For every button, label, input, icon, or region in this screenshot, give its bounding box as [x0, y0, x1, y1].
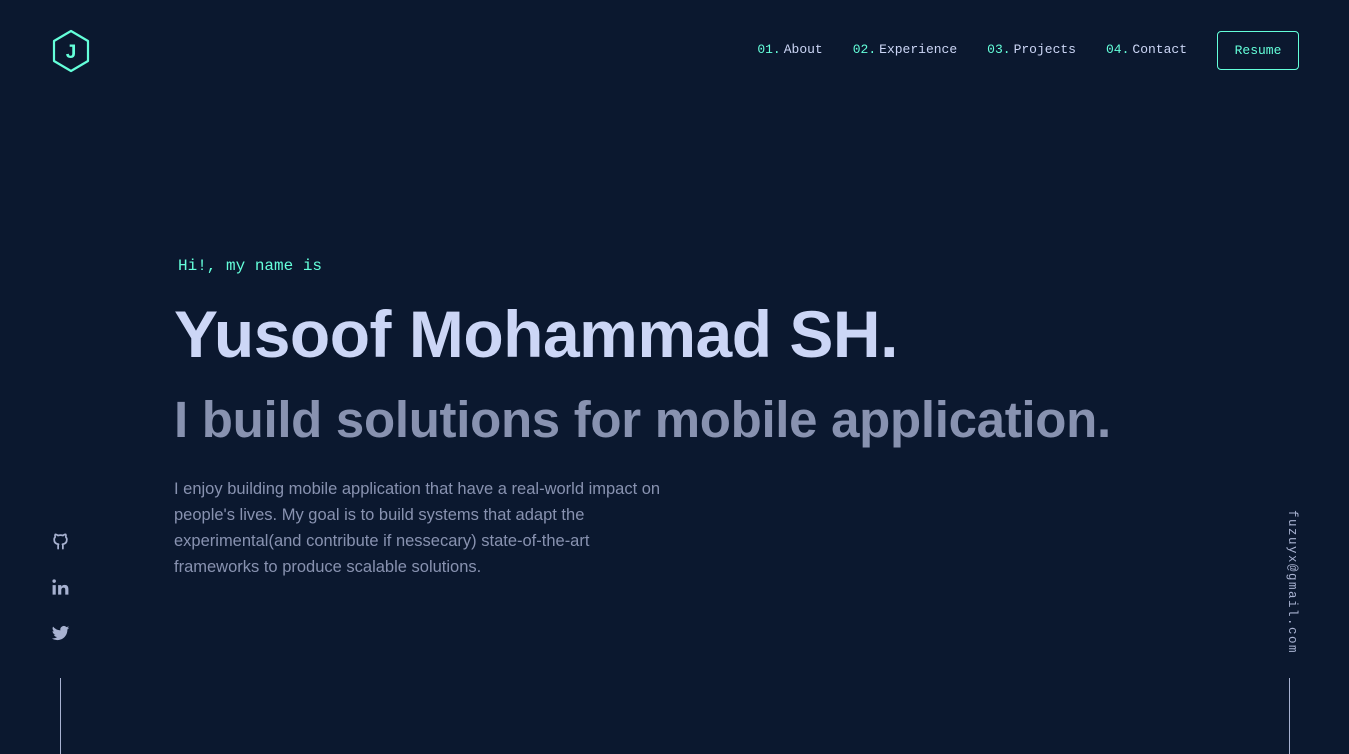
hexagon-logo-icon: J [52, 29, 90, 73]
nav-number: 04. [1105, 42, 1130, 57]
nav-label: About [783, 42, 823, 57]
nav-number: 01. [757, 42, 781, 57]
nav-number: 03. [987, 42, 1011, 57]
greeting-text: Hi!, my name is [178, 257, 323, 275]
logo-letter: J [66, 42, 77, 63]
email-link[interactable]: fuzuyx@gmail.com [1279, 510, 1299, 654]
page: J 01. About 02. Experience 03. Projects 04.… [0, 0, 1349, 754]
twitter-icon [51, 625, 69, 640]
nav-label: Contact [1132, 42, 1187, 57]
nav-label: Projects [1013, 42, 1076, 57]
social-links [50, 531, 70, 643]
nav-about[interactable]: 01. About [757, 42, 822, 57]
linkedin-link[interactable] [50, 577, 70, 597]
github-link[interactable] [50, 531, 70, 551]
social-divider-line [60, 678, 61, 754]
nav-number: 02. [852, 42, 877, 57]
hero-intro: I enjoy building mobile application that… [174, 480, 661, 576]
nav-projects[interactable]: 03. Projects [987, 42, 1076, 57]
twitter-link[interactable] [50, 623, 70, 643]
email-divider-line [1289, 678, 1290, 754]
hero-name: Yusoof Mohammad SH. [174, 297, 898, 371]
nav-contact[interactable]: 04. Contact [1106, 42, 1187, 57]
resume-button[interactable]: Resume [1217, 31, 1299, 70]
nav-label: Experience [879, 42, 958, 57]
nav-experience[interactable]: 02. Experience [853, 42, 957, 57]
linkedin-icon [51, 578, 68, 595]
main-nav: 01. About 02. Experience 03. Projects 04. Co… [757, 42, 1187, 57]
logo-hexagon[interactable]: J [51, 29, 91, 73]
hero-tagline: I build solutions for mobile application… [174, 391, 1111, 448]
github-icon [52, 533, 68, 549]
